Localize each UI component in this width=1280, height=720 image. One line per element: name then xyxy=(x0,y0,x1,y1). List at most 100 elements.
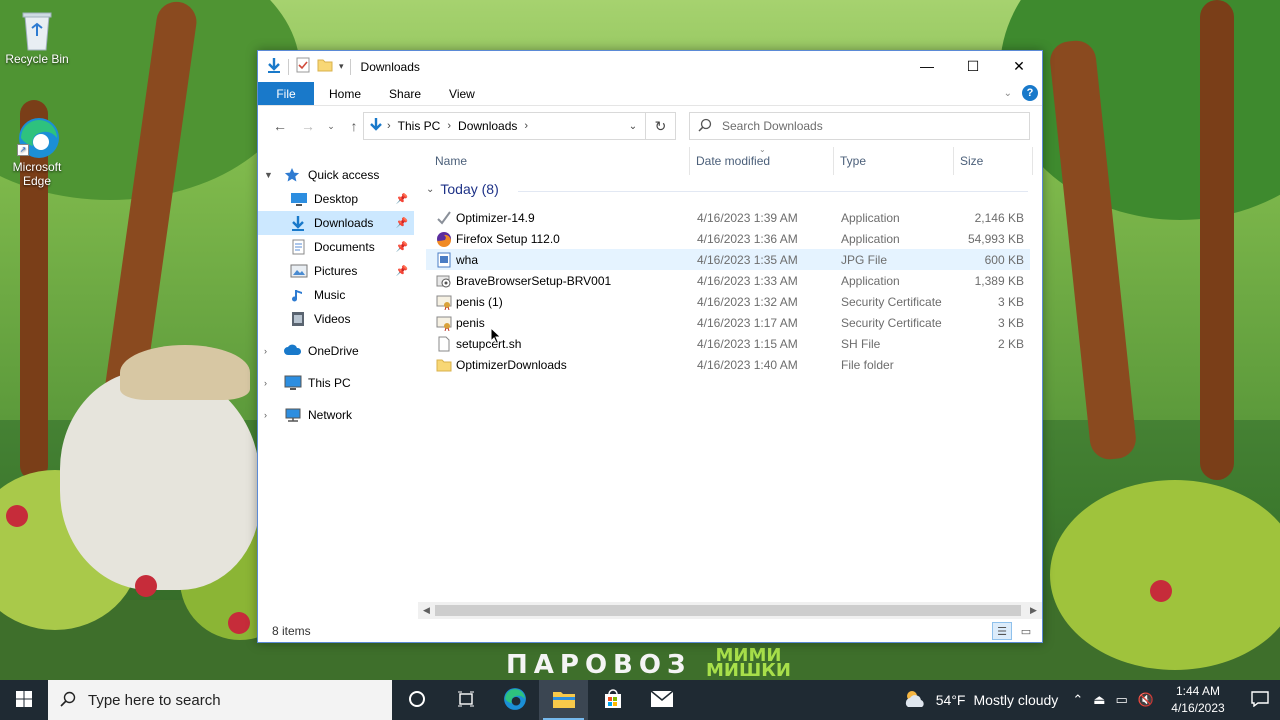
address-bar[interactable]: › This PC › Downloads › ⌄ ↻ xyxy=(363,112,676,140)
nav-item-documents[interactable]: Documents 📌 xyxy=(258,235,414,259)
nav-quick-access[interactable]: ▼ Quick access xyxy=(258,163,414,187)
large-icons-view-icon[interactable]: ▭ xyxy=(1016,622,1036,640)
file-date: 4/16/2023 1:36 AM xyxy=(697,231,798,246)
nav-item-videos[interactable]: Videos xyxy=(258,307,414,331)
column-header-name[interactable]: Name xyxy=(435,147,467,175)
downloads-arrow-icon[interactable] xyxy=(266,57,282,76)
column-header-size[interactable]: Size xyxy=(960,147,983,175)
search-input[interactable] xyxy=(722,119,1012,133)
taskbar-file-explorer[interactable] xyxy=(539,680,588,720)
weather-condition: Mostly cloudy xyxy=(973,692,1059,708)
file-type: JPG File xyxy=(841,252,888,267)
refresh-button[interactable]: ↻ xyxy=(645,113,675,139)
file-size: 600 KB xyxy=(984,252,1024,267)
file-size: 3 KB xyxy=(997,294,1024,309)
horizontal-scrollbar[interactable]: ◀ ▶ xyxy=(418,602,1042,619)
breadcrumb-downloads[interactable]: Downloads xyxy=(454,119,521,133)
minimize-button[interactable]: — xyxy=(904,51,950,81)
downloads-folder-icon xyxy=(290,215,308,231)
file-row[interactable]: penis (1) 4/16/2023 1:32 AM Security Cer… xyxy=(426,291,1030,312)
nav-item-downloads[interactable]: Downloads 📌 xyxy=(258,211,414,235)
tab-home[interactable]: Home xyxy=(314,82,375,105)
network-status-icon[interactable]: ▭ xyxy=(1116,692,1128,708)
column-header-type[interactable]: Type xyxy=(840,147,866,175)
cortana-button[interactable] xyxy=(392,680,441,720)
breadcrumb-this-pc[interactable]: This PC xyxy=(394,119,445,133)
maximize-button[interactable]: ☐ xyxy=(950,51,996,81)
taskbar-search-box[interactable] xyxy=(48,680,392,720)
nav-network[interactable]: › Network xyxy=(258,403,414,427)
breadcrumb-separator[interactable]: › xyxy=(521,120,531,132)
music-folder-icon xyxy=(290,287,308,303)
usb-device-icon[interactable]: ⏏ xyxy=(1093,692,1105,708)
details-view-icon[interactable]: ☰ xyxy=(992,622,1012,640)
arrow-right-icon: → xyxy=(301,118,315,134)
taskbar-mail[interactable] xyxy=(637,680,686,720)
close-button[interactable]: ✕ xyxy=(996,51,1042,81)
address-history-dropdown[interactable]: ⌄ xyxy=(623,113,643,139)
file-name: OptimizerDownloads xyxy=(456,357,567,372)
nav-item-desktop[interactable]: Desktop 📌 xyxy=(258,187,414,211)
taskbar-microsoft-store[interactable] xyxy=(588,680,637,720)
file-type: SH File xyxy=(841,336,881,351)
breadcrumb-separator[interactable]: › xyxy=(444,120,454,132)
tab-share[interactable]: Share xyxy=(375,82,435,105)
new-folder-icon[interactable] xyxy=(317,57,333,76)
expand-ribbon-chevron-icon[interactable]: ⌄ xyxy=(1004,88,1012,99)
tab-file[interactable]: File xyxy=(258,82,314,105)
volume-icon[interactable]: 🔇 xyxy=(1138,692,1154,708)
tab-view[interactable]: View xyxy=(435,82,489,105)
task-view-button[interactable] xyxy=(441,680,490,720)
weather-widget[interactable]: 54°F Mostly cloudy xyxy=(902,689,1059,712)
pin-icon[interactable]: 📌 xyxy=(396,266,408,277)
notification-icon xyxy=(1251,690,1269,710)
clock[interactable]: 1:44 AM 4/16/2023 xyxy=(1164,683,1232,717)
file-row[interactable]: Optimizer-14.9 4/16/2023 1:39 AM Applica… xyxy=(426,207,1030,228)
taskbar-search-input[interactable] xyxy=(88,691,368,709)
search-icon xyxy=(698,118,712,135)
help-button[interactable]: ? xyxy=(1022,85,1038,101)
taskbar-edge[interactable] xyxy=(490,680,539,720)
group-collapse-chevron-icon[interactable]: ⌄ xyxy=(426,184,434,195)
pin-icon[interactable]: 📌 xyxy=(396,242,408,253)
cloud-icon xyxy=(284,343,302,359)
file-row[interactable]: wha 4/16/2023 1:35 AM JPG File 600 KB xyxy=(426,249,1030,270)
properties-icon[interactable] xyxy=(295,57,311,76)
file-row[interactable]: BraveBrowserSetup-BRV001 4/16/2023 1:33 … xyxy=(426,270,1030,291)
file-row[interactable]: Firefox Setup 112.0 4/16/2023 1:36 AM Ap… xyxy=(426,228,1030,249)
cortana-circle-icon xyxy=(408,690,426,711)
file-row[interactable]: setupcert.sh 4/16/2023 1:15 AM SH File 2… xyxy=(426,333,1030,354)
desktop-icon-recycle-bin[interactable]: Recycle Bin xyxy=(0,8,74,66)
scrollbar-thumb[interactable] xyxy=(435,605,1021,616)
nav-item-music[interactable]: Music xyxy=(258,283,414,307)
search-box[interactable] xyxy=(689,112,1030,140)
star-icon xyxy=(284,167,302,183)
pin-icon[interactable]: 📌 xyxy=(396,194,408,205)
file-row[interactable]: OptimizerDownloads 4/16/2023 1:40 AM Fil… xyxy=(426,354,1030,375)
scroll-right-icon[interactable]: ▶ xyxy=(1025,602,1042,619)
start-button[interactable] xyxy=(0,680,48,720)
scroll-left-icon[interactable]: ◀ xyxy=(418,602,435,619)
recent-locations-button[interactable]: ⌄ xyxy=(322,112,340,140)
customize-qat-chevron-icon[interactable]: ▾ xyxy=(339,61,344,72)
chevron-down-icon: ⌄ xyxy=(327,120,335,131)
back-button[interactable]: ← xyxy=(266,112,294,140)
collapsed-chevron-icon[interactable]: › xyxy=(264,378,274,388)
group-header-today[interactable]: ⌄ Today (8) xyxy=(426,181,499,197)
file-name: Optimizer-14.9 xyxy=(456,210,535,225)
desktop-icon-microsoft-edge[interactable]: ↗ Microsoft Edge xyxy=(0,116,74,188)
show-hidden-icons-chevron-icon[interactable]: ⌃ xyxy=(1072,692,1083,708)
expanded-chevron-icon[interactable]: ▼ xyxy=(264,170,274,180)
nav-item-pictures[interactable]: Pictures 📌 xyxy=(258,259,414,283)
quick-access-toolbar: ▾ xyxy=(258,57,344,76)
file-row[interactable]: penis 4/16/2023 1:17 AM Security Certifi… xyxy=(426,312,1030,333)
collapsed-chevron-icon[interactable]: › xyxy=(264,410,274,420)
forward-button[interactable]: → xyxy=(294,112,322,140)
collapsed-chevron-icon[interactable]: › xyxy=(264,346,274,356)
breadcrumb-separator[interactable]: › xyxy=(384,120,394,132)
file-name: Firefox Setup 112.0 xyxy=(456,231,560,246)
action-center-button[interactable] xyxy=(1240,690,1280,710)
pin-icon[interactable]: 📌 xyxy=(396,218,408,229)
nav-this-pc[interactable]: › This PC xyxy=(258,371,414,395)
nav-onedrive[interactable]: › OneDrive xyxy=(258,339,414,363)
